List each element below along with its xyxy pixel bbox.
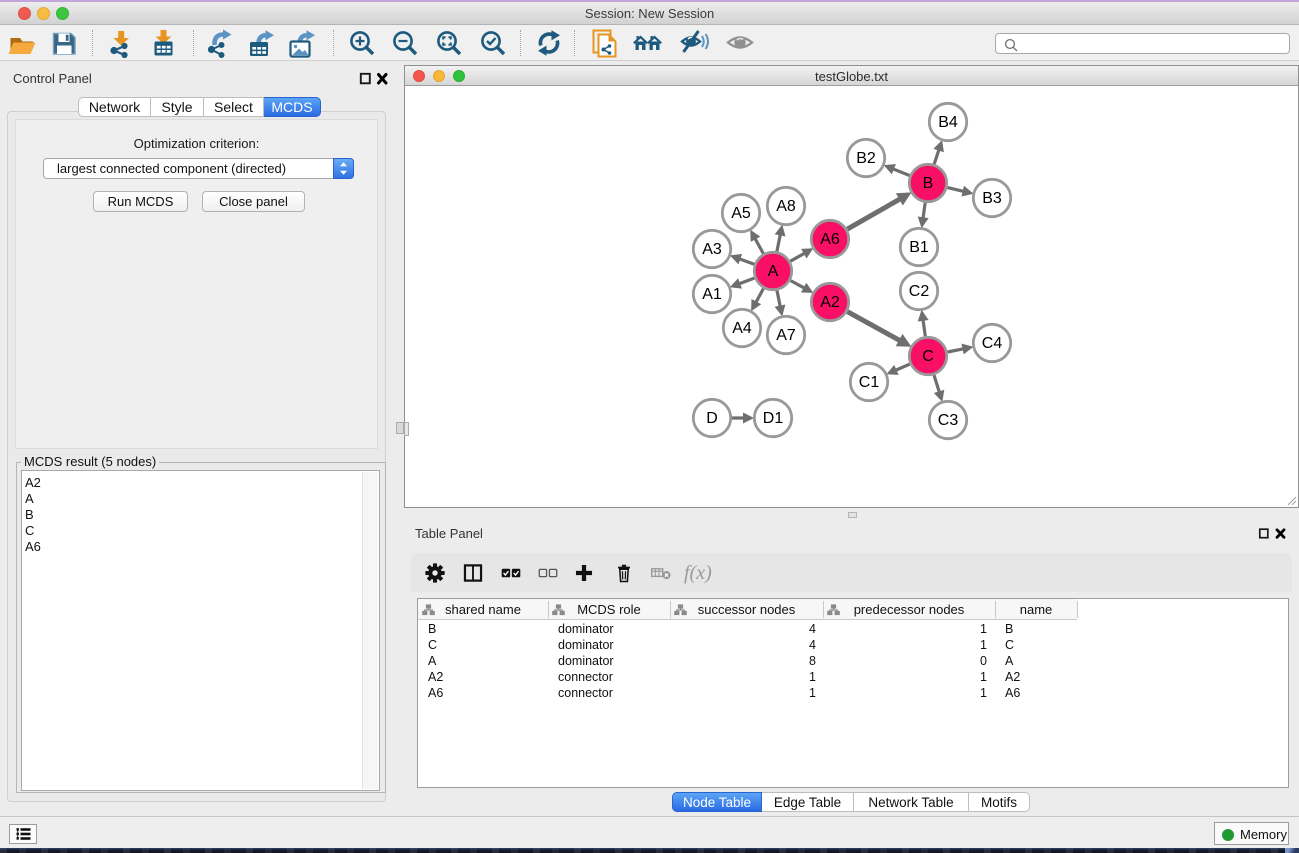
svg-text:A4: A4 (732, 320, 752, 337)
svg-text:C2: C2 (909, 283, 930, 300)
svg-text:A3: A3 (702, 241, 722, 258)
svg-text:D1: D1 (763, 410, 784, 427)
svg-text:A6: A6 (820, 231, 840, 248)
svg-text:C: C (922, 348, 934, 365)
svg-text:B1: B1 (909, 239, 929, 256)
svg-text:A5: A5 (731, 205, 751, 222)
svg-text:A1: A1 (702, 286, 722, 303)
svg-text:C3: C3 (938, 412, 959, 429)
svg-text:B2: B2 (856, 150, 876, 167)
svg-text:B: B (923, 175, 934, 192)
svg-text:B3: B3 (982, 190, 1002, 207)
svg-text:A: A (768, 263, 779, 280)
svg-text:A8: A8 (776, 198, 796, 215)
svg-text:C4: C4 (982, 335, 1003, 352)
svg-text:A7: A7 (776, 327, 796, 344)
svg-text:B4: B4 (938, 114, 958, 131)
svg-text:D: D (706, 410, 718, 427)
svg-text:A2: A2 (820, 294, 840, 311)
svg-text:C1: C1 (859, 374, 880, 391)
